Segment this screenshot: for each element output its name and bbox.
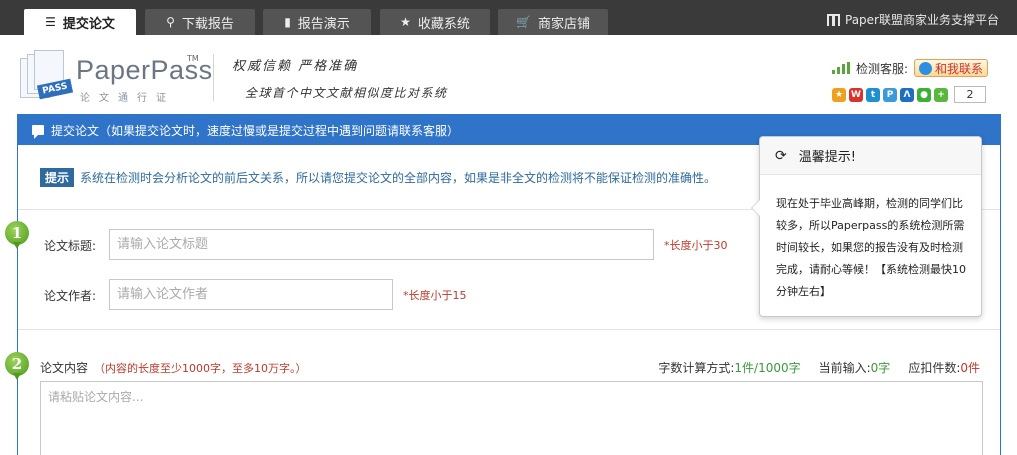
current-input-value: 0字 <box>870 361 891 375</box>
logo-subtitle: 论文通行证 <box>80 93 175 104</box>
tip-row: 提示 系统在检测时会分析论文的前后文关系，所以请您提交论文的全部内容，如果是非全… <box>40 168 716 187</box>
service-contact: 检测客服: 和我联系 <box>832 59 989 77</box>
tip-badge: 提示 <box>40 168 75 187</box>
author-label: 论文作者: <box>44 289 97 303</box>
content-length-requirement: （内容的长度至少1000字，至多10万字。） <box>94 362 307 375</box>
brand-logo-icon <box>827 13 840 26</box>
tab-download-report[interactable]: ⚲ 下载报告 <box>145 9 255 35</box>
more-share-icon[interactable]: + <box>934 87 948 102</box>
paper-author-input[interactable] <box>109 279 393 310</box>
service-label: 检测客服: <box>856 61 909 76</box>
popover-body: 现在处于毕业高峰期，检测的同学们比较多，所以Paperpass的系统检测所需时间… <box>776 197 966 298</box>
contact-us-button[interactable]: 和我联系 <box>914 59 989 77</box>
platform-brand[interactable]: Paper联盟商家业务支撑平台 <box>827 11 999 28</box>
qq-share-icon[interactable]: P <box>883 87 897 102</box>
title-label: 论文标题: <box>44 239 97 253</box>
renren-icon[interactable]: Λ <box>900 87 914 102</box>
brand-label: Paper联盟商家业务支撑平台 <box>845 13 999 27</box>
tab-label: 提交论文 <box>62 16 115 32</box>
pieces-value: 0件 <box>960 361 980 375</box>
calc-value: 1件/1000字 <box>734 361 801 375</box>
tab-label: 收藏系统 <box>417 16 470 32</box>
wechat-icon[interactable]: ● <box>917 87 931 102</box>
top-nav: ☰ 提交论文 ⚲ 下载报告 ▮ 报告演示 ★ 收藏系统 🛒 商家店铺 Paper… <box>0 0 1017 35</box>
pieces-label: 应扣件数: <box>908 361 961 375</box>
step-1-marker: 1 <box>5 221 29 249</box>
tencent-weibo-icon[interactable]: t <box>866 87 880 102</box>
word-stats: 字数计算方式:1件/1000字 当前输入:0字 应扣件数:0件 <box>658 359 980 376</box>
popover-arrow <box>751 199 760 217</box>
tab-submit-paper[interactable]: ☰ 提交论文 <box>24 9 136 35</box>
step-2-marker: 2 <box>5 352 29 380</box>
divider <box>18 329 1000 330</box>
author-length-hint: *长度小于15 <box>403 289 467 302</box>
refresh-icon: ⟳ <box>775 147 787 164</box>
tab-merchant-store[interactable]: 🛒 商家店铺 <box>498 9 608 35</box>
notice-popover: ⟳ 温馨提示! 现在处于毕业高峰期，检测的同学们比较多，所以Paperpass的… <box>751 136 982 317</box>
paper-content-textarea[interactable] <box>40 381 983 455</box>
qzone-icon[interactable]: ★ <box>832 87 846 102</box>
chat-icon <box>32 125 44 139</box>
popover-title: 温馨提示! <box>798 150 856 165</box>
tab-favorite-system[interactable]: ★ 收藏系统 <box>380 9 490 35</box>
content-label: 论文内容 <box>40 361 89 375</box>
star-icon: ★ <box>400 15 411 29</box>
current-input-label: 当前输入: <box>818 361 871 375</box>
calc-label: 字数计算方式: <box>658 361 735 375</box>
document-icon: ☰ <box>45 15 56 29</box>
slogan-line-1: 权威信赖 严格准确 <box>232 59 359 74</box>
weibo-icon[interactable]: W <box>849 87 863 102</box>
tab-label: 商家店铺 <box>537 16 590 32</box>
search-icon: ⚲ <box>166 15 175 29</box>
trademark: TM <box>187 54 199 63</box>
tab-label: 下载报告 <box>181 16 234 32</box>
contact-label: 和我联系 <box>935 61 984 76</box>
cart-icon: 🛒 <box>516 15 531 29</box>
qq-icon <box>919 61 933 75</box>
panel-title: 提交论文（如果提交论文时，速度过慢或是提交过程中遇到问题请联系客服） <box>51 123 460 138</box>
share-bar: ★ W t P Λ ● + 2 <box>832 86 986 103</box>
paper-title-input[interactable] <box>109 229 654 260</box>
tab-label: 报告演示 <box>297 16 350 32</box>
signal-icon <box>832 62 850 74</box>
title-length-hint: *长度小于30 <box>664 239 728 252</box>
header-divider <box>213 54 214 101</box>
file-icon: ▮ <box>284 15 291 29</box>
tab-report-demo[interactable]: ▮ 报告演示 <box>263 9 371 35</box>
share-count: 2 <box>954 86 986 103</box>
popover-header: ⟳ 温馨提示! <box>760 137 981 175</box>
paperpass-logo-mark: PASS <box>20 50 74 100</box>
tip-text: 系统在检测时会分析论文的前后文关系，所以请您提交论文的全部内容，如果是非全文的检… <box>80 171 717 185</box>
slogan-line-2: 全球首个中文文献相似度比对系统 <box>245 86 448 100</box>
